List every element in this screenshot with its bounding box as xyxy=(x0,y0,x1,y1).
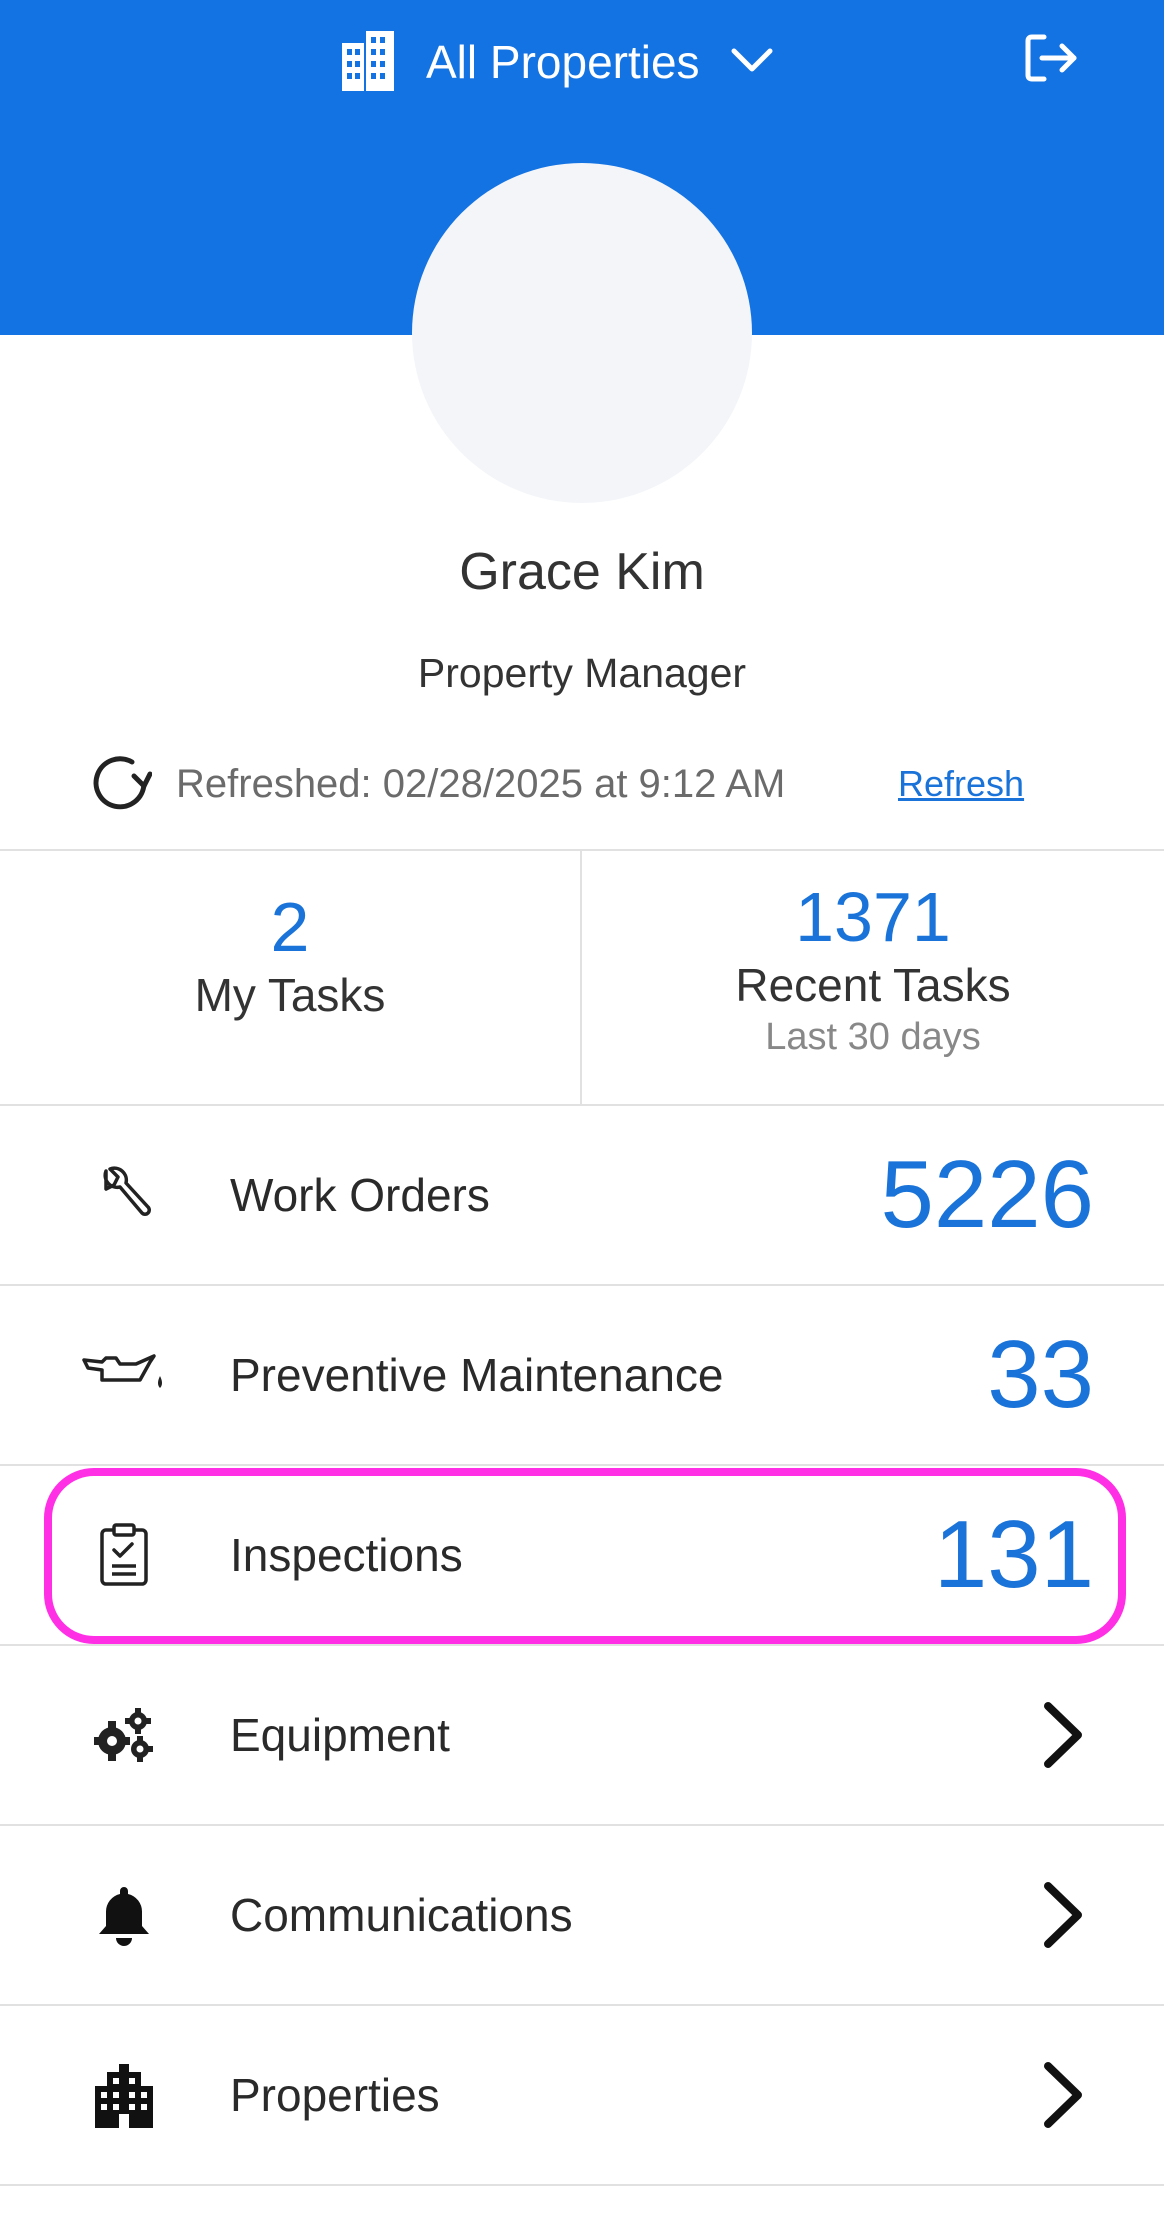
chevron-right-icon xyxy=(1038,1700,1088,1770)
my-tasks-label: My Tasks xyxy=(194,969,386,1021)
refresh-icon xyxy=(88,750,153,819)
menu-item-label: Preventive Maintenance xyxy=(230,1349,724,1401)
menu-item-work-orders[interactable]: Work Orders 5226 xyxy=(0,1106,1164,1284)
refresh-row: Refreshed: 02/28/2025 at 9:12 AM Refresh xyxy=(88,752,1088,816)
avatar[interactable] xyxy=(412,163,752,503)
menu-item-label: Communications xyxy=(230,1889,573,1941)
wrench-icon xyxy=(80,1151,168,1239)
inspections-count: 131 xyxy=(933,1501,1094,1608)
recent-tasks-period: Last 30 days xyxy=(765,1016,981,1058)
menu-item-label: Equipment xyxy=(230,1709,450,1761)
clipboard-check-icon xyxy=(80,1511,168,1599)
property-selector[interactable]: All Properties xyxy=(340,26,774,98)
refresh-timestamp: Refreshed: 02/28/2025 at 9:12 AM xyxy=(176,761,786,806)
menu-item-equipment[interactable]: Equipment xyxy=(0,1646,1164,1824)
logout-icon xyxy=(1024,33,1080,88)
gears-icon xyxy=(80,1691,168,1779)
building-icon xyxy=(80,2051,168,2139)
work-orders-count: 5226 xyxy=(880,1141,1094,1248)
menu-item-label: Properties xyxy=(230,2069,440,2121)
recent-tasks-card[interactable]: 1371 Recent Tasks Last 30 days xyxy=(582,850,1164,1104)
menu-item-label: Work Orders xyxy=(230,1169,490,1221)
divider xyxy=(0,2184,1164,2186)
user-role: Property Manager xyxy=(417,650,747,696)
menu-item-inspections[interactable]: Inspections 131 xyxy=(0,1466,1164,1644)
menu-item-label: Inspections xyxy=(230,1529,463,1581)
bell-icon xyxy=(80,1871,168,1959)
preventive-maintenance-count: 33 xyxy=(987,1321,1094,1428)
user-name: Grace Kim xyxy=(459,543,705,601)
logout-button[interactable] xyxy=(1022,30,1082,90)
property-selector-label: All Properties xyxy=(426,36,700,88)
chevron-down-icon xyxy=(730,45,774,80)
my-tasks-card[interactable]: 2 My Tasks xyxy=(0,850,580,1104)
refresh-link[interactable]: Refresh xyxy=(898,763,1024,805)
chevron-right-icon xyxy=(1038,1880,1088,1950)
oil-can-icon xyxy=(80,1331,168,1419)
chevron-right-icon xyxy=(1038,2060,1088,2130)
recent-tasks-label: Recent Tasks xyxy=(735,959,1011,1011)
menu-item-preventive-maintenance[interactable]: Preventive Maintenance 33 xyxy=(0,1286,1164,1464)
menu-item-communications[interactable]: Communications xyxy=(0,1826,1164,2004)
menu-item-properties[interactable]: Properties xyxy=(0,2006,1164,2184)
buildings-icon xyxy=(340,29,396,96)
my-tasks-count: 2 xyxy=(270,888,310,966)
recent-tasks-count: 1371 xyxy=(795,878,951,956)
